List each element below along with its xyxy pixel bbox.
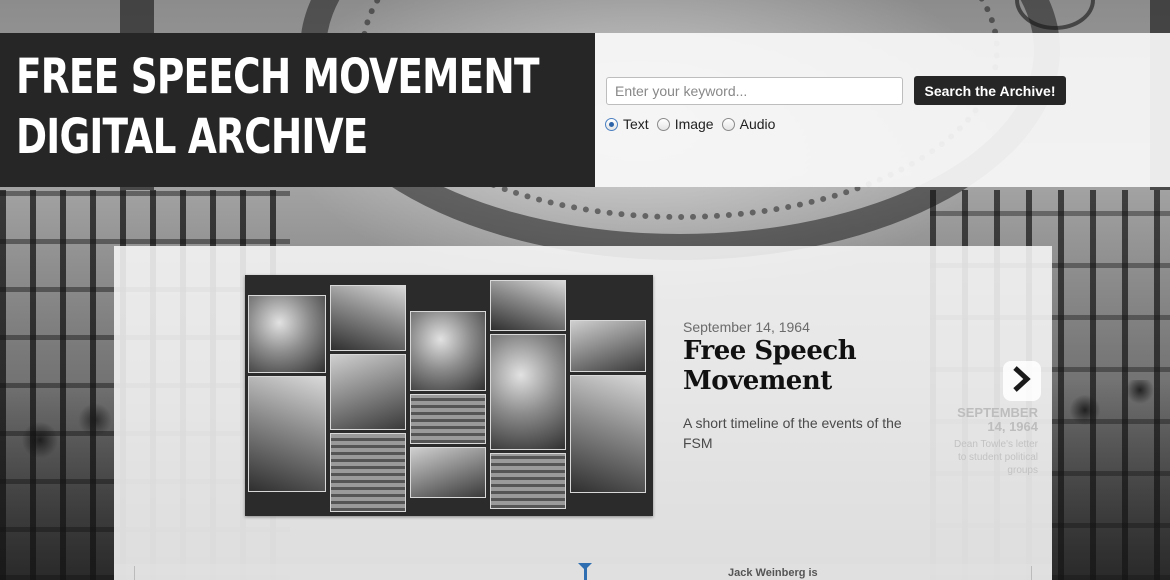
collage-photo (330, 433, 406, 512)
next-slide-date-line-1: SEPTEMBER (957, 405, 1038, 420)
collage-photo (570, 375, 646, 493)
timeline-event-label[interactable]: Jack Weinberg is (728, 567, 818, 579)
radio-image-label: Image (674, 116, 714, 132)
collage-photo (248, 376, 326, 492)
site-title-line-2[interactable]: DIGITAL ARCHIVE (16, 107, 455, 167)
collage-photo (410, 394, 486, 444)
featured-slide: September 14, 1964 Free Speech Movement … (114, 246, 1052, 564)
radio-text-button[interactable] (605, 117, 618, 131)
chevron-right-icon (1011, 365, 1033, 397)
radio-audio-label: Audio (739, 116, 776, 132)
photo-collage[interactable] (245, 275, 653, 516)
next-slide-date-line-2: 14, 1964 (987, 419, 1038, 434)
slide-description: A short timeline of the events of the FS… (683, 415, 902, 451)
slide-date: September 14, 1964 (683, 319, 810, 335)
collage-photo (248, 295, 326, 373)
site-title-line-1[interactable]: FREE SPEECH MOVEMENT (16, 47, 540, 107)
next-slide-date[interactable]: SEPTEMBER 14, 1964 (948, 406, 1038, 434)
collage-photo (330, 354, 406, 430)
collage-photo (490, 334, 566, 450)
search-panel: Search the Archive! Text Image Audio (595, 33, 1170, 187)
radio-text[interactable]: Text (605, 116, 649, 132)
collage-photo (490, 453, 566, 509)
collage-photo (410, 447, 486, 498)
next-slide-text[interactable]: Dean Towle's letter to student political… (948, 438, 1038, 477)
slide-title[interactable]: Free Speech Movement (683, 336, 923, 396)
timeline-current-marker[interactable] (578, 563, 592, 580)
collage-photo (570, 320, 646, 372)
radio-audio-button[interactable] (721, 117, 735, 131)
radio-text-label: Text (623, 116, 649, 132)
search-input[interactable] (606, 77, 903, 105)
timeline-navigation[interactable]: Jack Weinberg is (114, 563, 1052, 580)
radio-audio[interactable]: Audio (721, 116, 776, 132)
collage-photo (410, 311, 486, 391)
search-type-group: Text Image Audio (605, 114, 783, 134)
radio-image-button[interactable] (656, 117, 670, 131)
search-button[interactable]: Search the Archive! (914, 76, 1066, 105)
next-slide-button[interactable] (1003, 361, 1041, 401)
radio-image[interactable]: Image (656, 116, 714, 132)
collage-photo (330, 285, 406, 351)
site-title-block[interactable]: FREE SPEECH MOVEMENT DIGITAL ARCHIVE (0, 33, 595, 187)
collage-photo (490, 280, 566, 331)
